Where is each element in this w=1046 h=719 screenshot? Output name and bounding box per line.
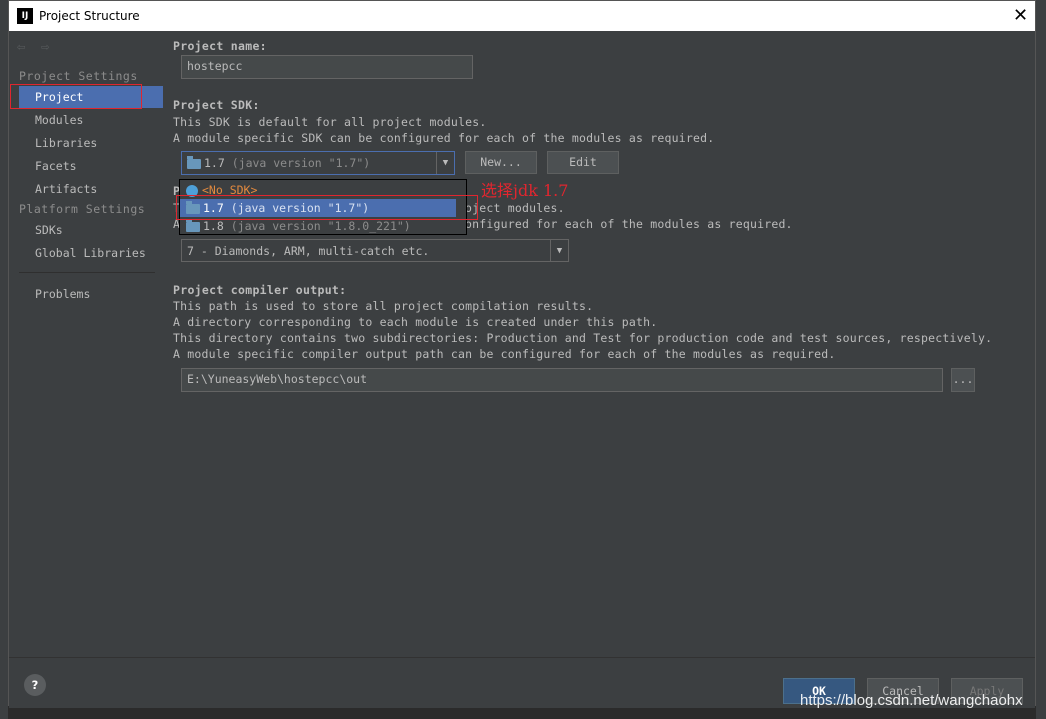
sidebar-item-modules[interactable]: Modules	[19, 109, 163, 131]
compiler-output-desc-4: A module specific compiler output path c…	[173, 347, 836, 361]
sdk-option-1-8[interactable]: 1.8 (java version "1.8.0_221")	[180, 217, 456, 235]
background-ide-right	[1036, 0, 1046, 719]
chevron-down-icon[interactable]: ▼	[436, 152, 454, 174]
compiler-output-desc-2: A directory corresponding to each module…	[173, 315, 658, 329]
close-icon[interactable]: ✕	[1013, 5, 1028, 26]
project-structure-dialog: IJ Project Structure ✕ ⇦ ⇨ Project Setti…	[8, 0, 1036, 708]
sdk-option-name: <No SDK>	[202, 183, 258, 197]
language-level-desc-1-tail: oject modules.	[465, 201, 565, 215]
sidebar-item-problems[interactable]: Problems	[19, 283, 163, 305]
compiler-output-path-input[interactable]: E:\YuneasyWeb\hostepcc\out	[181, 368, 943, 392]
title-bar: IJ Project Structure ✕	[9, 1, 1035, 31]
project-name-input[interactable]: hostepcc	[181, 55, 473, 79]
jdk-folder-icon	[186, 218, 200, 232]
background-ide-left	[0, 0, 8, 719]
sidebar-item-sdks[interactable]: SDKs	[19, 219, 163, 241]
sidebar-group-project-settings: Project Settings	[19, 69, 138, 83]
sdk-option-name: 1.8	[203, 219, 224, 233]
sidebar-item-project[interactable]: Project	[19, 86, 163, 108]
compiler-output-label: Project compiler output:	[173, 283, 347, 297]
chevron-down-icon[interactable]: ▼	[550, 240, 568, 261]
sdk-dropdown-popup: <No SDK> 1.7 (java version "1.7") 1.8 (j…	[179, 179, 467, 235]
help-icon[interactable]: ?	[24, 674, 46, 696]
sdk-selected-name: 1.7	[204, 156, 225, 170]
project-sdk-select[interactable]: 1.7 (java version "1.7") ▼	[181, 151, 455, 175]
sdk-option-name: 1.7	[203, 201, 224, 215]
sdk-option-version: (java version "1.7")	[230, 201, 370, 215]
intellij-logo-icon: IJ	[17, 8, 33, 24]
sidebar: ⇦ ⇨ Project Settings Project Modules Lib…	[9, 31, 164, 657]
sidebar-group-platform-settings: Platform Settings	[19, 202, 146, 216]
edit-sdk-button[interactable]: Edit	[547, 151, 619, 174]
compiler-output-desc-1: This path is used to store all project c…	[173, 299, 594, 313]
project-name-label: Project name:	[173, 39, 267, 53]
forward-arrow-icon[interactable]: ⇨	[41, 39, 49, 55]
window-title: Project Structure	[39, 9, 140, 23]
compiler-output-desc-3: This directory contains two subdirectori…	[173, 331, 993, 345]
project-settings-panel: Project name: hostepcc Project SDK: This…	[163, 31, 1035, 657]
sidebar-separator	[19, 272, 155, 273]
language-level-value: 7 - Diamonds, ARM, multi-catch etc.	[187, 244, 430, 258]
sidebar-item-facets[interactable]: Facets	[19, 155, 163, 177]
sdk-selected-version: (java version "1.7")	[231, 156, 371, 170]
annotation-select-jdk: 选择jdk 1.7	[481, 181, 569, 200]
back-arrow-icon[interactable]: ⇦	[17, 39, 25, 55]
new-sdk-button[interactable]: New...	[465, 151, 537, 174]
no-sdk-icon	[186, 184, 198, 197]
language-level-desc-2-tail: onfigured for each of the modules as req…	[465, 217, 793, 231]
project-sdk-label: Project SDK:	[173, 98, 260, 112]
sdk-description-1: This SDK is default for all project modu…	[173, 115, 487, 129]
language-level-select[interactable]: 7 - Diamonds, ARM, multi-catch etc. ▼	[181, 239, 569, 262]
sidebar-item-libraries[interactable]: Libraries	[19, 132, 163, 154]
browse-button[interactable]: ...	[951, 368, 975, 392]
sdk-option-version: (java version "1.8.0_221")	[230, 219, 411, 233]
watermark-text: https://blog.csdn.net/wangchaohx	[800, 692, 1023, 709]
sdk-description-2: A module specific SDK can be configured …	[173, 131, 715, 145]
sdk-option-1-7[interactable]: 1.7 (java version "1.7")	[180, 199, 456, 217]
jdk-folder-icon	[186, 200, 200, 214]
sdk-option-no-sdk[interactable]: <No SDK>	[180, 181, 456, 199]
sidebar-item-artifacts[interactable]: Artifacts	[19, 178, 163, 200]
sidebar-item-global-libraries[interactable]: Global Libraries	[19, 242, 163, 264]
jdk-folder-icon	[182, 155, 204, 170]
